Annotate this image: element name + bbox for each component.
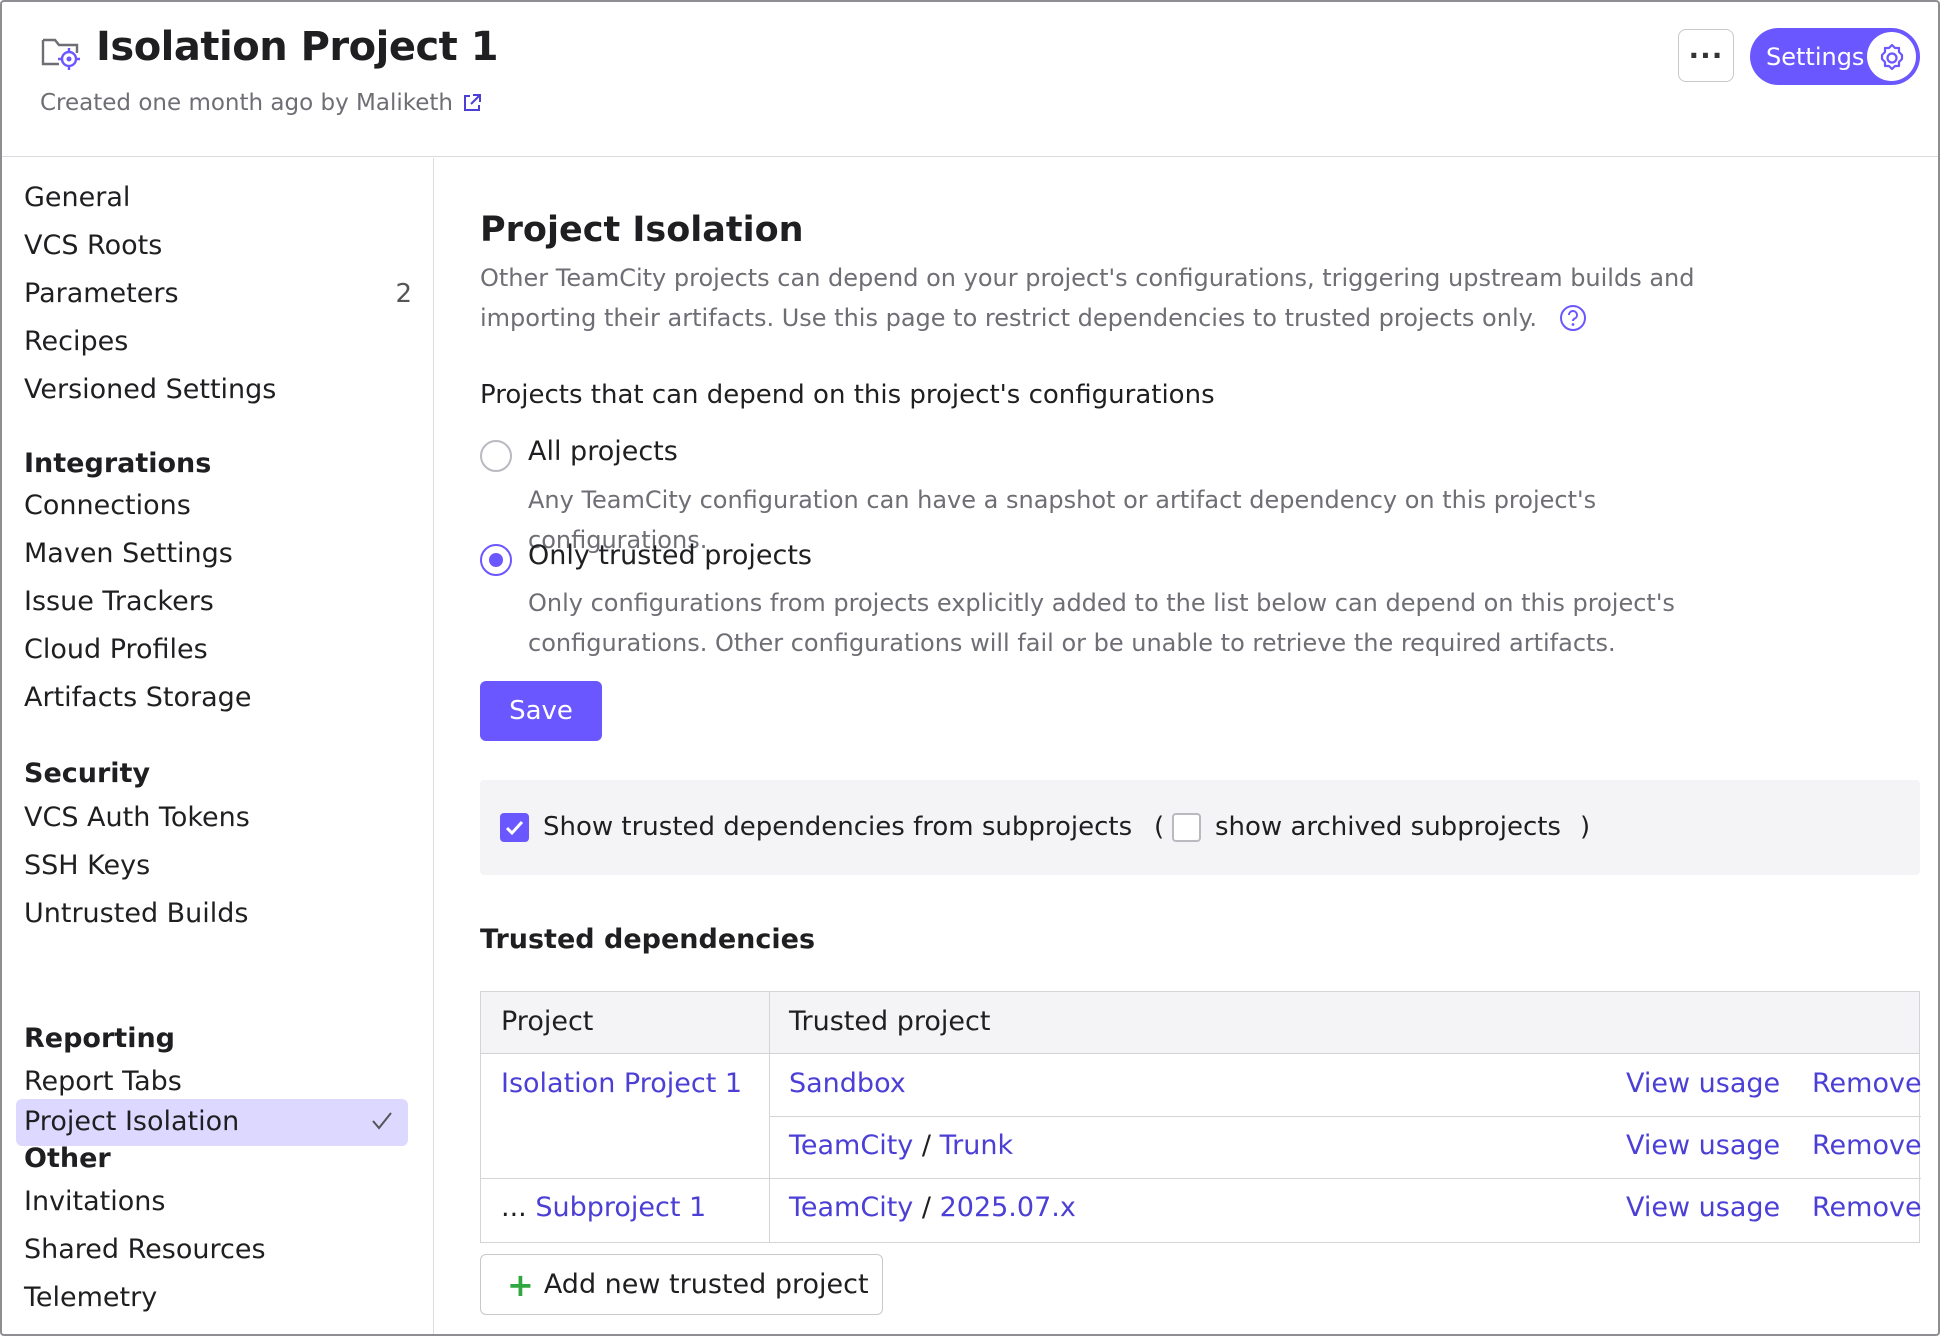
sidebar-item-report-tabs[interactable]: Report Tabs [24, 1062, 182, 1102]
description-text: Other TeamCity projects can depend on yo… [480, 264, 1695, 332]
project-link[interactable]: Subproject 1 [535, 1192, 706, 1223]
save-button[interactable]: Save [480, 681, 602, 741]
trusted-project-parent-link[interactable]: TeamCity [789, 1130, 913, 1161]
sidebar-item-parameters[interactable]: Parameters 2 [24, 274, 414, 314]
trusted-dependencies-table: Project Trusted project Isolation Projec… [480, 991, 1922, 1243]
table-header-row: Project Trusted project [481, 992, 1919, 1054]
sidebar-item-untrusted-builds[interactable]: Untrusted Builds [24, 894, 249, 934]
project-folder-icon [40, 32, 82, 70]
page-subtitle: Created one month ago by Maliketh [40, 90, 483, 116]
external-link-icon[interactable] [461, 92, 483, 114]
trusted-project-parent-link[interactable]: TeamCity [789, 1192, 913, 1223]
remove-link[interactable]: Remove [1812, 1068, 1922, 1099]
paren-open: ( [1154, 812, 1165, 842]
show-subprojects-label[interactable]: Show trusted dependencies from subprojec… [543, 812, 1132, 842]
page-title: Isolation Project 1 [96, 24, 499, 70]
sidebar-section-integrations: Integrations [24, 448, 212, 479]
row-divider [770, 1116, 1921, 1117]
view-usage-link[interactable]: View usage [1626, 1130, 1780, 1161]
sidebar-item-versioned-settings[interactable]: Versioned Settings [24, 370, 276, 410]
checkmark-icon [505, 820, 524, 836]
project-link[interactable]: Isolation Project 1 [501, 1068, 742, 1099]
filter-bar: Show trusted dependencies from subprojec… [480, 780, 1920, 875]
checkmark-icon [370, 1109, 394, 1133]
trusted-project-path: TeamCity / 2025.07.x [789, 1192, 1076, 1223]
sidebar-section-other: Other [24, 1143, 111, 1174]
show-archived-label[interactable]: show archived subprojects [1215, 812, 1561, 842]
only-trusted-projects-label[interactable]: Only trusted projects [528, 540, 812, 571]
section-heading: Project Isolation [480, 210, 804, 250]
column-divider [769, 992, 770, 1242]
sidebar-item-artifacts-storage[interactable]: Artifacts Storage [24, 678, 251, 718]
sidebar-item-project-isolation[interactable]: Project Isolation [16, 1099, 408, 1146]
show-subprojects-checkbox[interactable] [500, 813, 529, 842]
trusted-dependencies-heading: Trusted dependencies [480, 924, 816, 955]
settings-button[interactable]: Settings [1750, 28, 1920, 85]
settings-button-label: Settings [1766, 42, 1865, 71]
more-actions-button[interactable]: ··· [1678, 29, 1734, 82]
sidebar-section-security: Security [24, 758, 151, 789]
sidebar-item-telemetry[interactable]: Telemetry [24, 1278, 157, 1318]
column-header-project: Project [501, 1006, 594, 1037]
sidebar-item-cloud-profiles[interactable]: Cloud Profiles [24, 630, 208, 670]
sidebar-item-vcs-roots[interactable]: VCS Roots [24, 226, 162, 266]
path-separator: / [921, 1130, 931, 1161]
subproject-cell: ... Subproject 1 [501, 1192, 706, 1223]
sidebar-item-maven-settings[interactable]: Maven Settings [24, 534, 233, 574]
section-description: Other TeamCity projects can depend on yo… [480, 258, 1740, 338]
sidebar: General VCS Roots Parameters 2 Recipes V… [2, 158, 434, 1334]
only-trusted-projects-description: Only configurations from projects explic… [528, 589, 1675, 657]
view-usage-link[interactable]: View usage [1626, 1068, 1780, 1099]
all-projects-radio[interactable] [480, 440, 512, 472]
all-projects-label[interactable]: All projects [528, 436, 678, 467]
show-archived-checkbox[interactable] [1172, 813, 1201, 842]
trusted-project-path: TeamCity / Trunk [789, 1130, 1013, 1161]
gear-icon [1867, 32, 1916, 81]
sidebar-item-issue-trackers[interactable]: Issue Trackers [24, 582, 214, 622]
sidebar-item-label: Parameters [24, 278, 179, 309]
app-window: Isolation Project 1 Created one month ag… [0, 0, 1940, 1336]
trusted-project-link[interactable]: 2025.07.x [940, 1192, 1076, 1223]
add-trusted-project-button[interactable]: + Add new trusted project [480, 1254, 883, 1315]
sidebar-item-general[interactable]: General [24, 178, 130, 218]
sidebar-item-vcs-auth-tokens[interactable]: VCS Auth Tokens [24, 798, 250, 838]
page-header: Isolation Project 1 Created one month ag… [2, 2, 1938, 157]
parameters-count-badge: 2 [395, 279, 412, 309]
sidebar-item-shared-resources[interactable]: Shared Resources [24, 1230, 266, 1270]
ellipsis-prefix: ... [501, 1192, 527, 1223]
remove-link[interactable]: Remove [1812, 1192, 1922, 1223]
row-divider [481, 1178, 1921, 1179]
sidebar-item-ssh-keys[interactable]: SSH Keys [24, 846, 150, 886]
remove-link[interactable]: Remove [1812, 1130, 1922, 1161]
sidebar-section-reporting: Reporting [24, 1023, 176, 1054]
path-separator: / [921, 1192, 931, 1223]
trusted-project-link[interactable]: Sandbox [789, 1068, 906, 1099]
add-trusted-project-label: Add new trusted project [543, 1269, 869, 1300]
help-icon[interactable] [1559, 304, 1587, 332]
view-usage-link[interactable]: View usage [1626, 1192, 1780, 1223]
only-trusted-projects-radio[interactable] [480, 544, 512, 576]
trusted-project-link[interactable]: Trunk [940, 1130, 1014, 1161]
sidebar-item-connections[interactable]: Connections [24, 486, 191, 526]
paren-close: ) [1580, 812, 1591, 842]
sidebar-item-recipes[interactable]: Recipes [24, 322, 128, 362]
column-header-trusted-project: Trusted project [789, 1006, 991, 1037]
dependency-scope-label: Projects that can depend on this project… [480, 380, 1215, 410]
plus-icon: + [507, 1265, 534, 1304]
created-by-text: Created one month ago by Maliketh [40, 90, 453, 116]
sidebar-item-invitations[interactable]: Invitations [24, 1182, 165, 1222]
sidebar-item-label: Project Isolation [24, 1106, 240, 1137]
